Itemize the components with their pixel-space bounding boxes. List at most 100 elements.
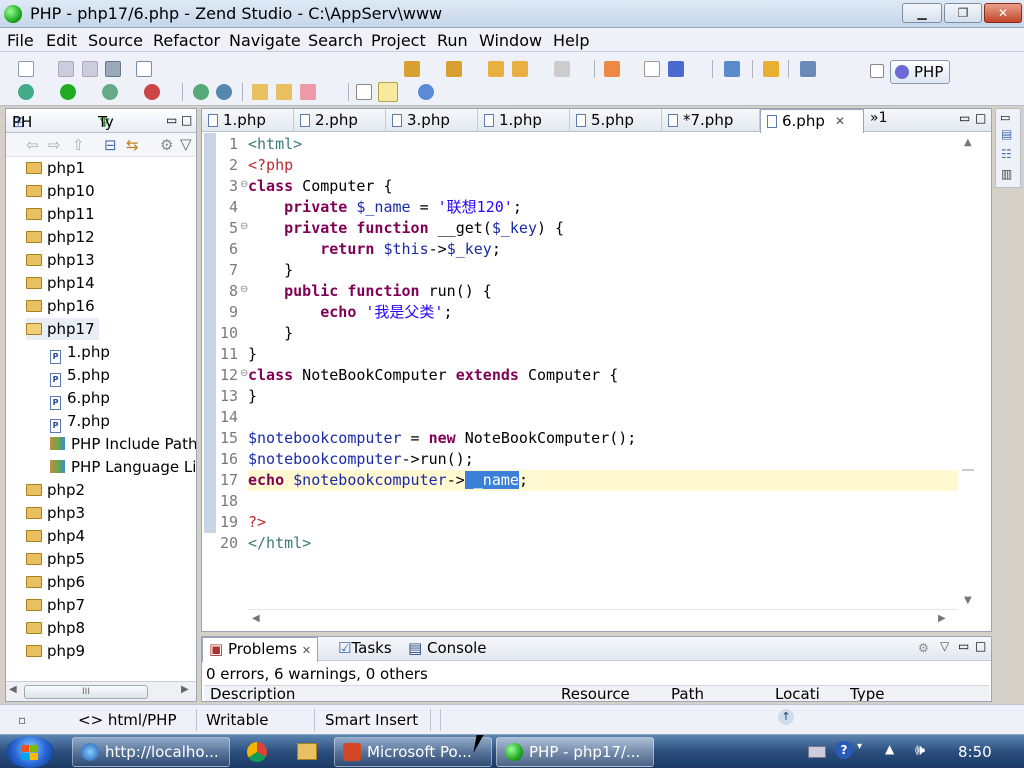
maximize-panel-icon[interactable]: □ <box>181 113 192 127</box>
column-path[interactable]: Path <box>671 687 704 702</box>
tree-item-php4[interactable]: php4 <box>26 525 85 547</box>
column-location[interactable]: Locati <box>775 687 820 702</box>
tree-item-file-5php[interactable]: P 5.php <box>50 364 110 387</box>
scroll-right-icon[interactable]: ▶ <box>181 684 189 695</box>
tree-item-php13[interactable]: php13 <box>26 249 95 271</box>
print-icon[interactable] <box>105 61 121 77</box>
minimize-button[interactable]: ▁ <box>902 3 942 23</box>
collapse-all-icon[interactable]: ⊟ <box>104 136 117 154</box>
code-text-area[interactable]: <html> <?php class Computer { private $_… <box>248 133 958 609</box>
server-icon[interactable] <box>193 84 209 100</box>
menu-run[interactable]: Run <box>437 31 468 50</box>
open-folder-icon[interactable] <box>276 84 292 100</box>
new-icon[interactable] <box>18 61 34 77</box>
maximize-editor-icon[interactable]: □ <box>975 111 986 125</box>
keyboard-icon[interactable] <box>808 746 826 758</box>
minimize-editor-icon[interactable]: ▭ <box>959 111 970 125</box>
bookmark-icon[interactable] <box>763 61 779 77</box>
tree-item-include-path[interactable]: PHP Include Path <box>50 433 196 455</box>
taskbar-button-zend[interactable]: PHP - php17/... <box>496 737 654 767</box>
menu-file[interactable]: File <box>7 31 34 50</box>
column-description[interactable]: Description <box>210 687 295 702</box>
tab-1php-second[interactable]: 1.php <box>478 109 570 132</box>
tab-tasks[interactable]: ☑Tasks <box>338 639 392 657</box>
close-tab-icon[interactable]: ✕ <box>302 644 311 657</box>
tree-item-php10[interactable]: php10 <box>26 180 95 202</box>
menu-refactor[interactable]: Refactor <box>153 31 220 50</box>
debug-icon[interactable] <box>18 84 34 100</box>
perspective-php-button[interactable]: PHP <box>890 60 950 84</box>
window-icon[interactable] <box>724 61 740 77</box>
globe-icon[interactable] <box>418 84 434 100</box>
view-menu-icon[interactable]: ▽ <box>180 135 192 153</box>
search-tool-icon[interactable] <box>300 84 316 100</box>
outline-view-icon[interactable]: ▤ <box>1001 127 1012 141</box>
update-icon[interactable]: ↑ <box>778 709 794 725</box>
menu-source[interactable]: Source <box>88 31 143 50</box>
forward-nav-icon[interactable]: ⇨ <box>48 136 61 154</box>
tab-2php[interactable]: 2.php <box>294 109 386 132</box>
maximize-button[interactable]: ❐ <box>944 3 982 23</box>
menu-navigate[interactable]: Navigate <box>229 31 301 50</box>
tab-7php[interactable]: *7.php <box>662 109 760 132</box>
editor-horizontal-scrollbar[interactable]: ◀ ▶ <box>248 609 958 631</box>
pin-icon[interactable] <box>604 61 620 77</box>
new-php-file-icon[interactable] <box>136 61 152 77</box>
menu-edit[interactable]: Edit <box>46 31 77 50</box>
prev-annotation-icon[interactable] <box>446 61 462 77</box>
tree-item-php3[interactable]: php3 <box>26 502 85 524</box>
scroll-down-icon[interactable]: ▼ <box>964 595 972 606</box>
tree-item-php1[interactable]: php1 <box>26 157 85 179</box>
open-perspective-icon[interactable] <box>870 64 884 78</box>
tasks-view-icon[interactable]: ▥ <box>1001 167 1012 181</box>
explorer-horizontal-scrollbar[interactable]: ◀ III ▶ <box>6 681 196 701</box>
tab-5php[interactable]: 5.php <box>570 109 662 132</box>
menu-window[interactable]: Window <box>479 31 542 50</box>
filter-icon[interactable]: ⚙ <box>160 136 173 154</box>
tree-item-file-6php[interactable]: P 6.php <box>50 387 110 410</box>
link-editor-icon[interactable]: ⇆ <box>126 136 139 154</box>
external-tools-icon[interactable] <box>144 84 160 100</box>
up-nav-icon[interactable]: ⇧ <box>72 136 85 154</box>
column-type[interactable]: Type <box>850 687 884 702</box>
tree-item-php6[interactable]: php6 <box>26 571 85 593</box>
inspector-view-icon[interactable]: ☷ <box>1001 147 1012 161</box>
scroll-left-icon[interactable]: ◀ <box>252 613 260 624</box>
forward-icon[interactable] <box>554 61 570 77</box>
tree-item-php2[interactable]: php2 <box>26 479 85 501</box>
tree-item-php14[interactable]: php14 <box>26 272 95 294</box>
menu-help[interactable]: Help <box>553 31 589 50</box>
chrome-icon[interactable] <box>247 742 267 762</box>
close-button[interactable]: ✕ <box>984 3 1022 23</box>
tree-item-php12[interactable]: php12 <box>26 226 95 248</box>
taskbar-clock[interactable]: 8:50 <box>958 743 992 761</box>
tree-item-php5[interactable]: php5 <box>26 548 85 570</box>
maximize-panel-icon[interactable]: □ <box>975 639 986 653</box>
run-icon[interactable] <box>60 84 76 100</box>
menu-search[interactable]: Search <box>308 31 363 50</box>
tray-expand-icon[interactable]: ▾ <box>857 741 862 752</box>
fast-view-icon[interactable]: ▫ <box>18 713 26 727</box>
tree-item-php17[interactable]: php17 <box>26 318 99 340</box>
open-project-icon[interactable] <box>252 84 268 100</box>
tree-item-php11[interactable]: php11 <box>26 203 95 225</box>
volume-icon[interactable]: 🕪 <box>915 740 925 760</box>
scroll-left-icon[interactable]: ◀ <box>9 684 17 695</box>
column-resource[interactable]: Resource <box>561 687 630 702</box>
browser-icon[interactable] <box>668 61 684 77</box>
tree-item-php9[interactable]: php9 <box>26 640 85 662</box>
editor-vertical-scrollbar[interactable]: ▲ ▼ <box>958 133 990 609</box>
tab-console[interactable]: ▤ Console <box>408 639 487 657</box>
overview-marker[interactable] <box>962 469 974 471</box>
connect-icon[interactable] <box>216 84 232 100</box>
taskbar-button-browser[interactable]: http://localho... <box>72 737 230 767</box>
tab-1php[interactable]: 1.php <box>202 109 294 132</box>
minimize-panel-icon[interactable]: ▭ <box>166 113 177 127</box>
tree-item-file-1php[interactable]: P 1.php <box>50 341 110 364</box>
back-icon[interactable] <box>512 61 528 77</box>
start-button[interactable] <box>6 736 54 768</box>
scroll-right-icon[interactable]: ▶ <box>938 613 946 624</box>
close-tab-icon[interactable]: ✕ <box>835 110 845 132</box>
php-explorer-icon[interactable] <box>800 61 816 77</box>
minimize-panel-icon[interactable]: ▭ <box>958 639 969 653</box>
